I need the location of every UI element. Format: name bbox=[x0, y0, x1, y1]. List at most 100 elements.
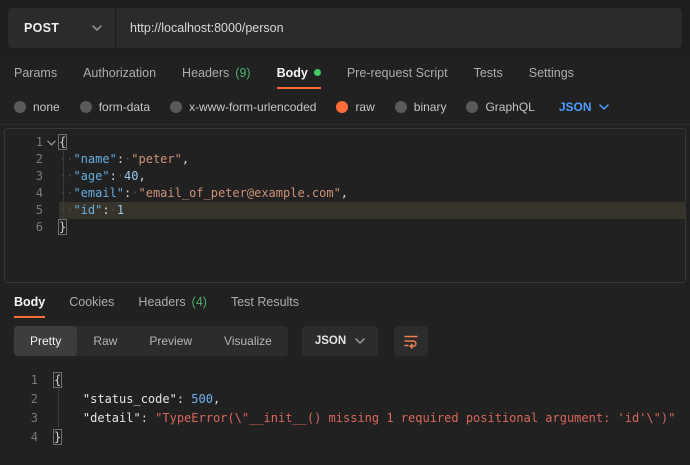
request-url-bar: POST http://localhost:8000/person bbox=[0, 0, 690, 56]
indent-guide bbox=[58, 389, 59, 427]
token-punct: : bbox=[117, 152, 124, 166]
wrap-text-icon bbox=[402, 332, 420, 350]
method-label: POST bbox=[24, 21, 59, 35]
request-tabs: Params Authorization Headers (9) Body Pr… bbox=[0, 56, 690, 89]
url-group: POST http://localhost:8000/person bbox=[8, 8, 682, 48]
code-line[interactable]: 4··"email":·"email_of_peter@example.com"… bbox=[5, 185, 685, 202]
code-text: ··"email":·"email_of_peter@example.com", bbox=[59, 185, 348, 202]
radio-label: none bbox=[33, 100, 60, 114]
token-ws: ·· bbox=[59, 169, 73, 183]
token-punct: : bbox=[177, 392, 191, 406]
fold-gutter bbox=[43, 168, 59, 185]
view-raw[interactable]: Raw bbox=[77, 326, 133, 356]
tab-label: Test Results bbox=[231, 295, 299, 309]
response-language-select[interactable]: JSON bbox=[302, 326, 378, 356]
view-visualize[interactable]: Visualize bbox=[208, 326, 288, 356]
line-number: 4 bbox=[0, 428, 38, 447]
tab-label: Headers bbox=[182, 66, 229, 80]
code-text: { bbox=[59, 134, 66, 151]
code-text: ··"name":·"peter", bbox=[59, 151, 189, 168]
radio-raw[interactable]: raw bbox=[336, 100, 374, 114]
code-text: ··"id":·1 bbox=[59, 202, 124, 219]
url-input[interactable]: http://localhost:8000/person bbox=[116, 8, 682, 48]
code-line-body: { bbox=[54, 371, 690, 390]
language-label: JSON bbox=[559, 100, 592, 114]
code-line[interactable]: 2 "status_code": 500, bbox=[0, 390, 690, 409]
line-number: 2 bbox=[0, 390, 38, 409]
tab-cookies[interactable]: Cookies bbox=[69, 286, 114, 318]
radio-form-data[interactable]: form-data bbox=[80, 100, 150, 114]
request-body-editor[interactable]: 1{2··"name":·"peter",3··"age":·40,4··"em… bbox=[4, 128, 686, 283]
code-line[interactable]: 3 "detail": "TypeError(\"__init__() miss… bbox=[0, 409, 690, 428]
tab-response-body[interactable]: Body bbox=[14, 286, 45, 318]
line-number: 1 bbox=[0, 371, 38, 390]
line-number: 3 bbox=[0, 409, 38, 428]
radio-graphql[interactable]: GraphQL bbox=[466, 100, 534, 114]
indent-guide bbox=[63, 151, 64, 219]
view-preview[interactable]: Preview bbox=[133, 326, 208, 356]
token-punct: { bbox=[59, 135, 66, 149]
radio-label: GraphQL bbox=[485, 100, 534, 114]
headers-count-badge: (9) bbox=[235, 66, 250, 80]
tab-tests[interactable]: Tests bbox=[474, 56, 503, 89]
tab-params[interactable]: Params bbox=[14, 56, 57, 89]
code-text: "detail": "TypeError(\"__init__() missin… bbox=[54, 409, 675, 428]
token-str: "peter" bbox=[131, 152, 182, 166]
token-punct: : bbox=[141, 411, 155, 425]
fold-gutter bbox=[43, 202, 59, 219]
tab-label: Tests bbox=[474, 66, 503, 80]
fold-chevron-icon[interactable] bbox=[43, 134, 59, 151]
fold-gutter bbox=[38, 428, 54, 447]
tab-label: Pre-request Script bbox=[347, 66, 448, 80]
tab-pre-request-script[interactable]: Pre-request Script bbox=[347, 56, 448, 89]
radio-icon bbox=[80, 101, 92, 113]
code-line-body: { bbox=[59, 134, 685, 151]
response-view-toolbar: Pretty Raw Preview Visualize JSON bbox=[0, 318, 690, 364]
code-line[interactable]: 1{ bbox=[0, 371, 690, 390]
code-line[interactable]: 4} bbox=[0, 428, 690, 447]
code-text: ··"age":·40, bbox=[59, 168, 146, 185]
radio-binary[interactable]: binary bbox=[395, 100, 447, 114]
body-type-row: none form-data x-www-form-urlencoded raw… bbox=[0, 89, 690, 125]
radio-none[interactable]: none bbox=[14, 100, 60, 114]
token-num: 1 bbox=[117, 203, 124, 217]
code-line[interactable]: 2··"name":·"peter", bbox=[5, 151, 685, 168]
token-ws: ·· bbox=[59, 203, 73, 217]
code-line[interactable]: 6} bbox=[5, 219, 685, 236]
view-pretty[interactable]: Pretty bbox=[14, 326, 77, 356]
radio-x-www-form-urlencoded[interactable]: x-www-form-urlencoded bbox=[170, 100, 316, 114]
token-ws: ·· bbox=[59, 152, 73, 166]
token-num: 40 bbox=[124, 169, 138, 183]
code-text: } bbox=[59, 219, 66, 236]
wrap-text-button[interactable] bbox=[394, 326, 428, 356]
token-punct: } bbox=[59, 220, 66, 234]
tab-test-results[interactable]: Test Results bbox=[231, 286, 299, 318]
request-body-section: 1{2··"name":·"peter",3··"age":·40,4··"em… bbox=[0, 125, 690, 286]
code-line[interactable]: 3··"age":·40, bbox=[5, 168, 685, 185]
tab-authorization[interactable]: Authorization bbox=[83, 56, 156, 89]
token-ws: ·· bbox=[59, 186, 73, 200]
tab-settings[interactable]: Settings bbox=[529, 56, 574, 89]
line-number: 5 bbox=[5, 202, 43, 219]
radio-icon bbox=[395, 101, 407, 113]
token-key: "id" bbox=[73, 203, 102, 217]
fold-gutter bbox=[38, 409, 54, 428]
code-line-body: ··"id":·1 bbox=[59, 202, 685, 219]
tab-body[interactable]: Body bbox=[277, 56, 321, 89]
chevron-down-icon bbox=[599, 104, 609, 110]
code-line-body: ··"name":·"peter", bbox=[59, 151, 685, 168]
tab-headers[interactable]: Headers (9) bbox=[182, 56, 251, 89]
token-punct: , bbox=[139, 169, 146, 183]
code-line[interactable]: 1{ bbox=[5, 134, 685, 151]
line-number: 1 bbox=[5, 134, 43, 151]
method-select[interactable]: POST bbox=[8, 8, 116, 48]
tab-response-headers[interactable]: Headers (4) bbox=[138, 286, 207, 318]
response-tabs: Body Cookies Headers (4) Test Results bbox=[0, 286, 690, 318]
response-body-viewer[interactable]: 1{2 "status_code": 500,3 "detail": "Type… bbox=[0, 364, 690, 465]
tab-label: Settings bbox=[529, 66, 574, 80]
code-line-body: "status_code": 500, bbox=[54, 390, 690, 409]
token-punct: : bbox=[110, 169, 117, 183]
body-language-select[interactable]: JSON bbox=[559, 100, 609, 114]
code-line-highlighted[interactable]: 5 ··"id":·1 bbox=[5, 202, 685, 219]
line-number: 6 bbox=[5, 219, 43, 236]
